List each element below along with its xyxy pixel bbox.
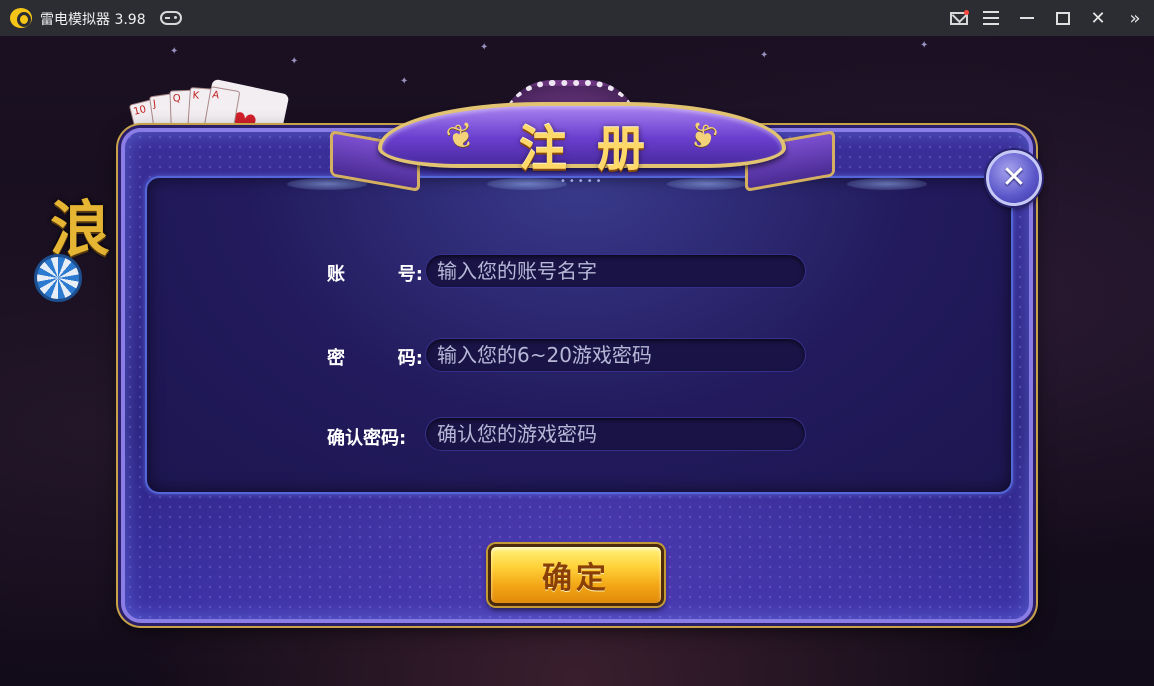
confirm-button[interactable]: 确定 — [488, 544, 664, 606]
account-input[interactable] — [425, 254, 806, 288]
star-sparkle: ✦ — [290, 56, 299, 67]
notification-dot — [964, 10, 969, 15]
password-label-part: 码: — [397, 348, 423, 369]
star-sparkle: ✦ — [480, 42, 489, 53]
title-ribbon: ❦ 注册 ❦ ••••• — [290, 88, 875, 200]
poker-chip-icon — [34, 254, 82, 302]
confirm-password-input[interactable] — [425, 417, 806, 451]
close-icon: ✕ — [1001, 160, 1027, 195]
gamepad-icon[interactable] — [160, 11, 182, 25]
confirm-button-label: 确定 — [542, 561, 610, 596]
app-title: 雷电模拟器 3.98 — [40, 12, 146, 28]
close-window-icon[interactable]: ✕ — [1085, 6, 1111, 30]
more-icon[interactable]: » — [1122, 6, 1148, 30]
star-sparkle: ✦ — [920, 40, 929, 51]
star-sparkle: ✦ — [760, 50, 769, 61]
star-sparkle: ✦ — [170, 46, 179, 57]
minimize-icon[interactable] — [1014, 6, 1040, 30]
password-label-part: 密 — [327, 348, 345, 369]
emulator-titlebar: 雷电模拟器 3.98 ✕ » — [0, 0, 1154, 36]
account-label-part: 号: — [397, 264, 423, 285]
menu-icon[interactable] — [978, 6, 1004, 30]
star-sparkle: ✦ — [400, 76, 409, 87]
app-logo-icon — [10, 8, 32, 28]
ribbon-dots-decoration: ••••• — [560, 176, 605, 187]
password-label: 密 码: — [327, 344, 423, 370]
maximize-icon[interactable] — [1050, 6, 1076, 30]
dialog-close-button[interactable]: ✕ — [986, 150, 1042, 206]
mail-icon[interactable] — [946, 6, 972, 30]
ribbon-banner: ❦ 注册 ❦ — [378, 102, 786, 177]
account-label: 账 号: — [327, 260, 423, 286]
account-label-part: 账 — [327, 264, 345, 285]
password-input[interactable] — [425, 338, 806, 372]
confirm-password-label: 确认密码: — [327, 428, 407, 449]
